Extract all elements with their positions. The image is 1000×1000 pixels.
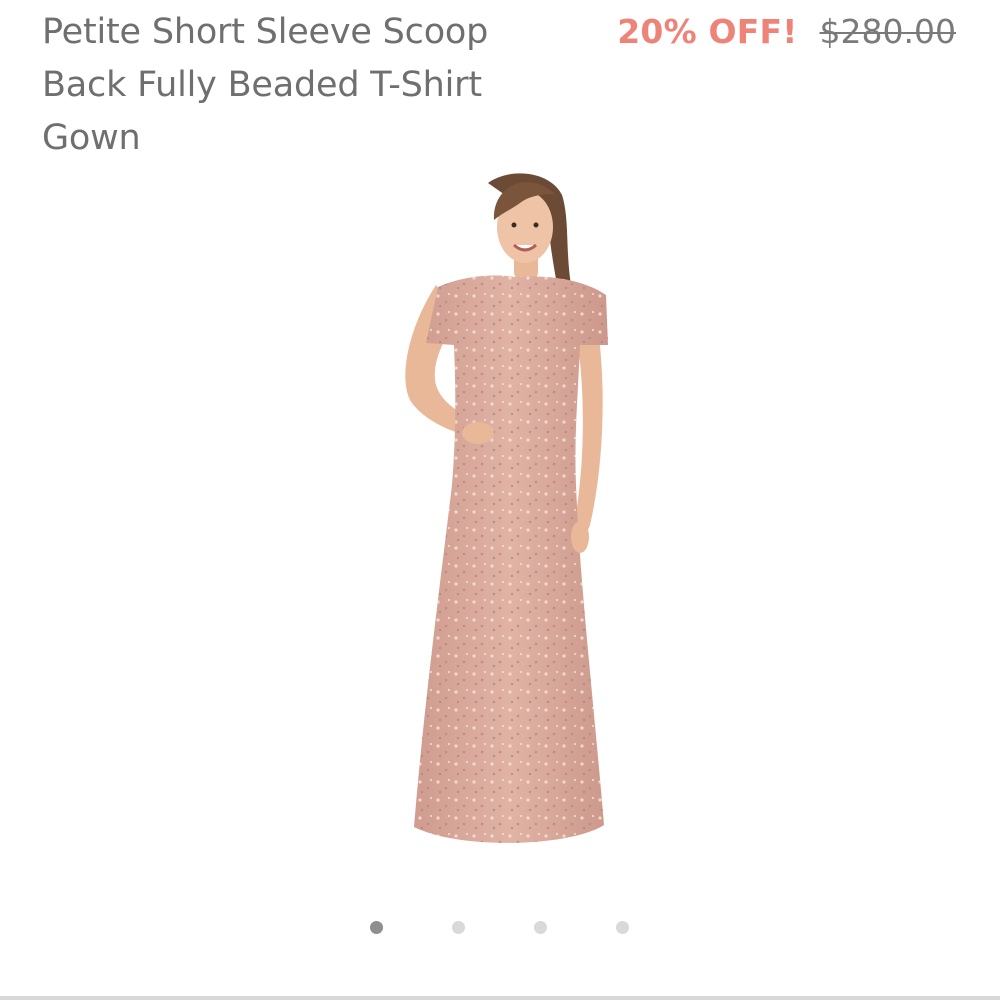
carousel-dot-3[interactable]	[534, 921, 547, 934]
product-title: Petite Short Sleeve Scoop Back Fully Bea…	[42, 12, 489, 158]
discount-badge: 20% OFF!	[617, 12, 798, 51]
product-image[interactable]	[380, 165, 620, 865]
carousel-dot-2[interactable]	[452, 921, 465, 934]
carousel-pagination	[0, 920, 1000, 936]
bottom-divider	[0, 996, 1000, 1000]
model-wearing-gown-illustration	[405, 173, 608, 843]
product-detail-page: Petite Short Sleeve Scoop Back Fully Bea…	[0, 0, 1000, 1000]
carousel-dot-4[interactable]	[616, 921, 629, 934]
original-price: $280.00	[819, 12, 956, 51]
carousel-dot-1[interactable]	[370, 921, 383, 934]
price-block: 20% OFF! $280.00	[617, 8, 956, 56]
